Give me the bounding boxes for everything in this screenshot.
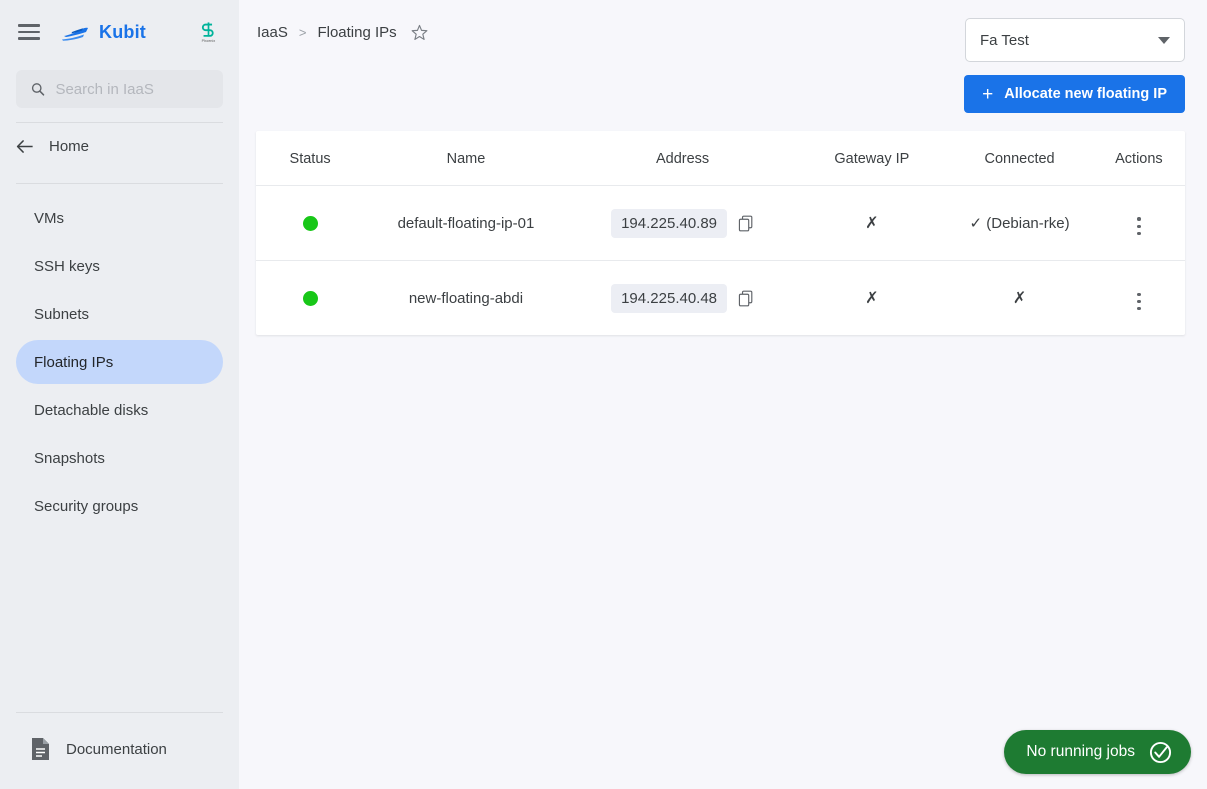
chevron-down-icon <box>1158 36 1170 44</box>
sidebar-nav: VMs SSH keys Subnets Floating IPs Detach… <box>0 184 239 698</box>
cell-gateway-ip: ✗ <box>797 185 947 262</box>
project-select[interactable]: Fa Test <box>965 18 1185 62</box>
kebab-menu-icon[interactable] <box>1134 290 1144 314</box>
partner-sub-label: Phoenix <box>201 39 215 43</box>
sidebar-item-label: SSH keys <box>34 257 100 275</box>
search-input[interactable] <box>55 80 209 98</box>
breadcrumb-root[interactable]: IaaS <box>257 24 288 41</box>
sidebar-item-subnets[interactable]: Subnets <box>16 292 223 336</box>
top-right-controls: Fa Test + Allocate new floating IP <box>964 18 1185 113</box>
status-badge-no-running-jobs[interactable]: No running jobs <box>1004 730 1191 774</box>
app-root: Kubit Phoenix Search in IaaS Home VMs SS… <box>0 0 1207 789</box>
cell-status <box>256 185 365 262</box>
sidebar-item-label: Subnets <box>34 305 90 323</box>
cell-address: 194.225.40.89 <box>567 185 798 262</box>
cell-actions <box>1092 185 1185 262</box>
star-outline-icon[interactable] <box>411 24 428 41</box>
breadcrumb-current: Floating IPs <box>317 24 397 41</box>
sidebar-item-ssh-keys[interactable]: SSH keys <box>16 244 223 288</box>
status-indicator-dot <box>302 216 318 232</box>
brand-name: Kubit <box>99 21 146 42</box>
cell-name: default-floating-ip-01 <box>364 185 568 262</box>
column-header-status: Status <box>256 131 365 186</box>
table-header-row: Status Name Address Gateway IP Connected… <box>256 131 1185 186</box>
sidebar-item-documentation[interactable]: Documentation <box>0 721 239 777</box>
column-header-actions: Actions <box>1092 131 1185 186</box>
breadcrumb: IaaS > Floating IPs <box>257 18 428 41</box>
sidebar-item-detachable-disks[interactable]: Detachable disks <box>16 388 223 432</box>
document-icon <box>32 738 49 760</box>
table-row[interactable]: new-floating-abdi 194.225.40.48 ✗ ✗ <box>256 261 1185 336</box>
allocate-new-floating-ip-button[interactable]: + Allocate new floating IP <box>964 75 1185 113</box>
table-row[interactable]: default-floating-ip-01 194.225.40.89 ✗ ✓… <box>256 185 1185 262</box>
table-body: default-floating-ip-01 194.225.40.89 ✗ ✓… <box>256 185 1185 336</box>
status-badge-label: No running jobs <box>1026 743 1135 760</box>
sidebar-item-label: Detachable disks <box>34 401 149 419</box>
cell-connected: ✗ <box>1012 290 1027 308</box>
cell-address: 194.225.40.48 <box>568 261 798 336</box>
top-bar: IaaS > Floating IPs Fa Test + Allocate n… <box>239 0 1207 113</box>
sidebar-item-label: Floating IPs <box>34 353 114 371</box>
floating-ips-table: Status Name Address Gateway IP Connected… <box>256 131 1185 335</box>
kebab-menu-icon[interactable] <box>1134 214 1144 238</box>
sidebar-item-floating-ips[interactable]: Floating IPs <box>16 340 223 384</box>
column-header-gateway-ip: Gateway IP <box>797 131 947 186</box>
floating-ips-table-card: Status Name Address Gateway IP Connected… <box>256 131 1185 336</box>
check-circle-icon <box>1149 741 1172 763</box>
partner-s-icon[interactable]: Phoenix <box>195 17 221 47</box>
cell-name: new-floating-abdi <box>408 289 524 307</box>
main-content: IaaS > Floating IPs Fa Test + Allocate n… <box>239 0 1207 789</box>
sidebar-item-label: Security groups <box>34 497 139 515</box>
sidebar: Kubit Phoenix Search in IaaS Home VMs SS… <box>0 0 239 789</box>
copy-icon[interactable] <box>738 215 754 232</box>
copy-icon[interactable] <box>738 290 754 307</box>
cell-actions <box>1093 261 1185 336</box>
plus-icon: + <box>982 83 994 105</box>
cell-status <box>256 261 364 336</box>
column-header-address: Address <box>567 131 798 186</box>
cell-connected: ✓ (Debian-rke) <box>946 185 1093 262</box>
sidebar-item-home[interactable]: Home <box>0 123 239 169</box>
arrow-left-icon <box>16 139 33 153</box>
status-indicator-dot <box>302 291 318 307</box>
column-header-name: Name <box>364 131 568 186</box>
sidebar-divider-bottom <box>16 712 223 713</box>
cell-gateway-ip: ✗ <box>865 290 879 308</box>
address-value: 194.225.40.89 <box>611 208 728 238</box>
documentation-label: Documentation <box>66 740 167 758</box>
search-icon <box>31 83 45 96</box>
project-select-value: Fa Test <box>980 31 1029 49</box>
sidebar-item-label: VMs <box>34 209 64 227</box>
breadcrumb-separator: > <box>298 25 307 40</box>
search-container <box>0 64 239 108</box>
table-head: Status Name Address Gateway IP Connected… <box>256 131 1185 186</box>
hamburger-icon[interactable] <box>18 24 40 40</box>
sidebar-item-label: Snapshots <box>34 449 105 467</box>
search-box[interactable] <box>16 70 223 108</box>
address-value: 194.225.40.48 <box>611 283 728 313</box>
home-label: Home <box>49 137 90 155</box>
sidebar-footer: Documentation <box>0 698 239 789</box>
allocate-button-label: Allocate new floating IP <box>1004 86 1167 102</box>
speedboat-icon <box>62 27 88 41</box>
sidebar-item-vms[interactable]: VMs <box>16 196 223 240</box>
sidebar-item-security-groups[interactable]: Security groups <box>16 484 223 528</box>
sidebar-item-snapshots[interactable]: Snapshots <box>16 436 223 480</box>
brand[interactable]: Kubit <box>62 22 185 43</box>
sidebar-header: Kubit Phoenix <box>0 0 239 64</box>
column-header-connected: Connected <box>946 131 1093 186</box>
